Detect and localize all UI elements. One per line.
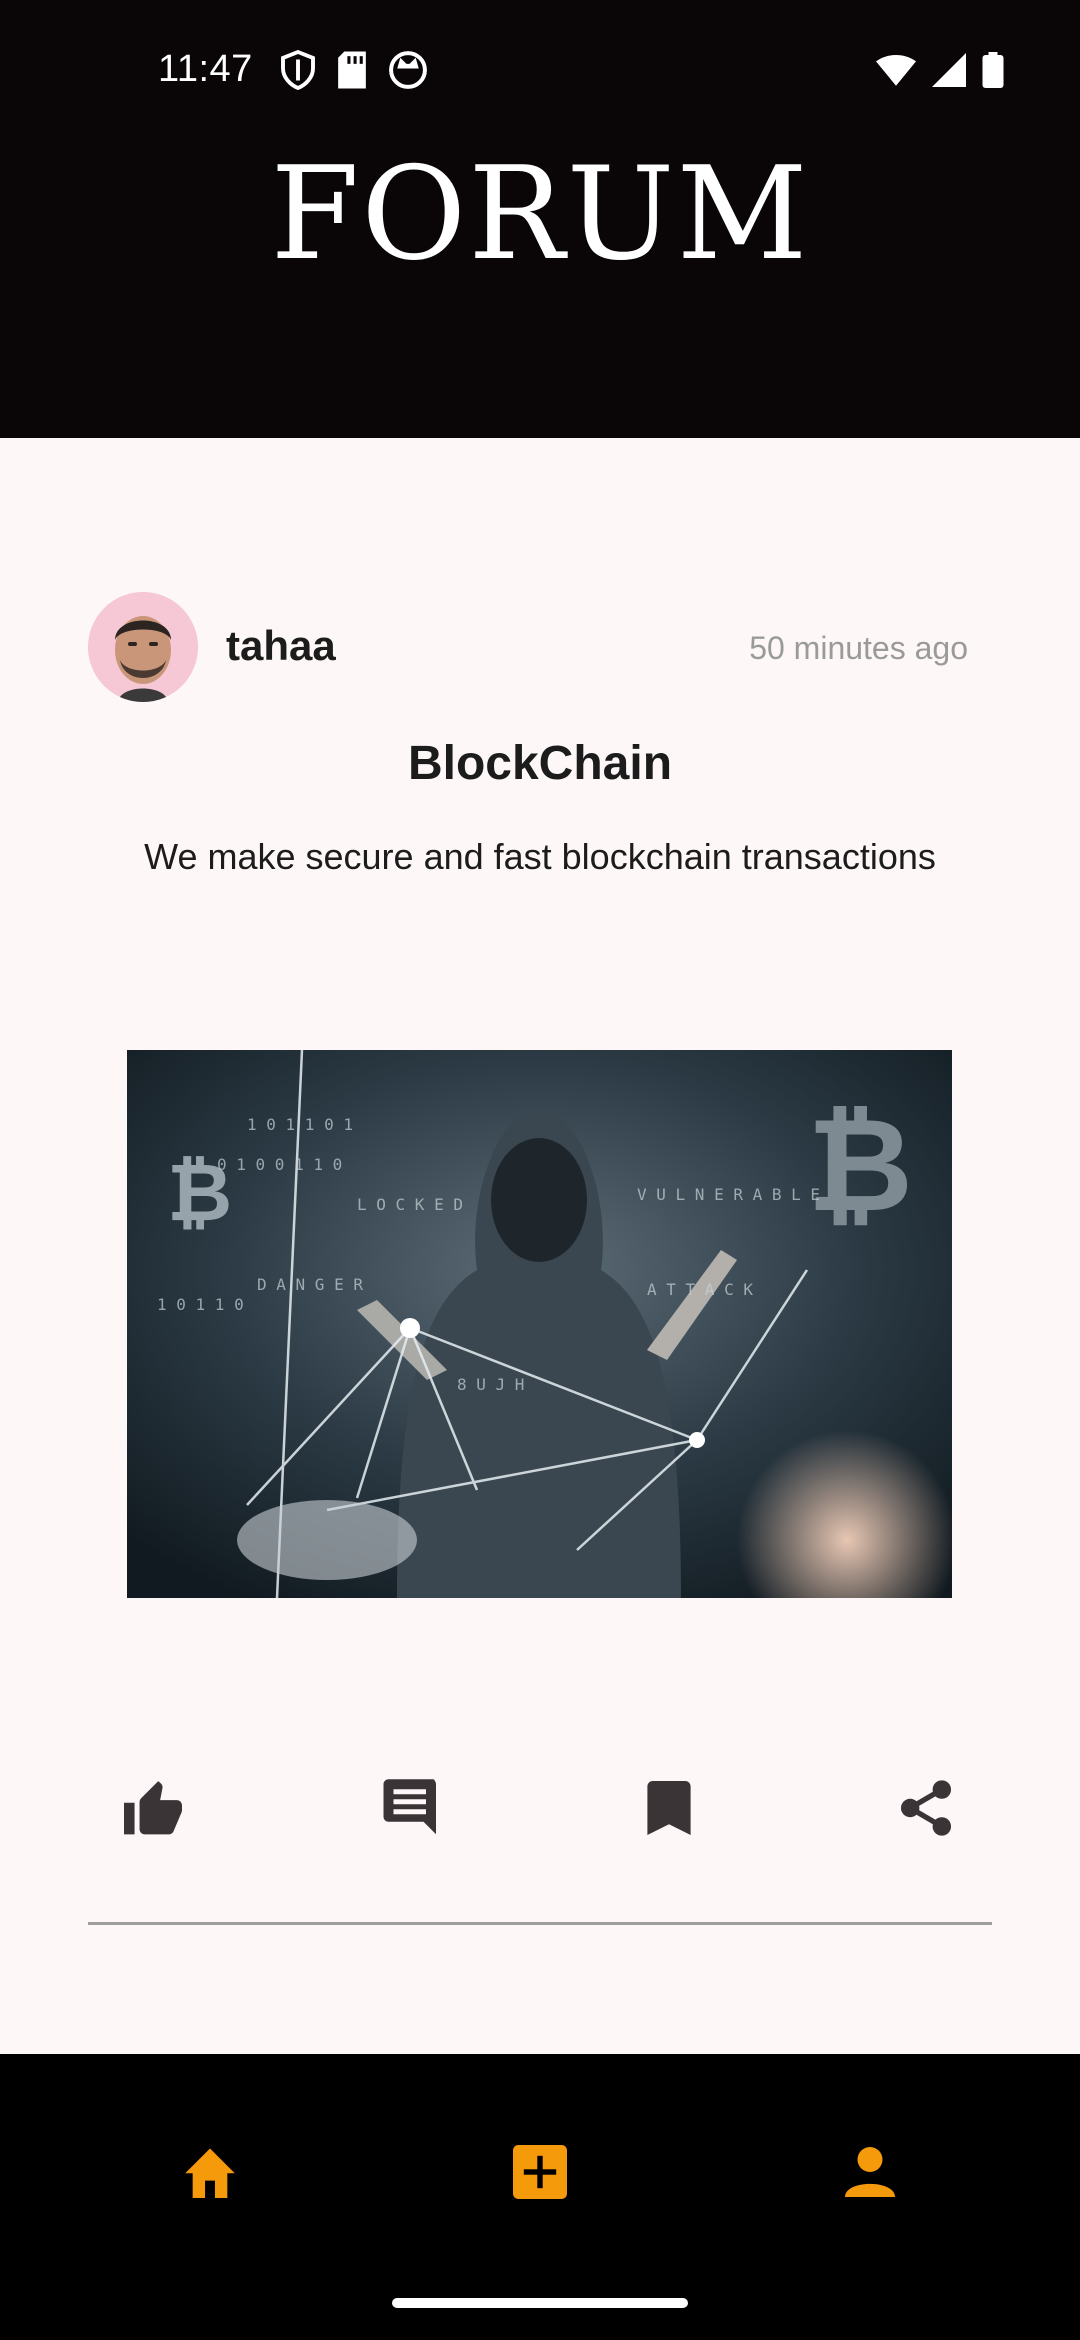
post-actions — [0, 1770, 1080, 1850]
like-button[interactable] — [113, 1770, 193, 1850]
sd-card-icon — [336, 50, 368, 95]
post-timestamp: 50 minutes ago — [749, 630, 968, 666]
comment-icon — [381, 1778, 441, 1842]
battery-icon — [982, 52, 1004, 93]
shield-icon — [280, 49, 316, 95]
svg-text:D A N G E R: D A N G E R — [257, 1275, 363, 1294]
share-icon — [899, 1779, 953, 1842]
status-bar: 11:47 — [0, 0, 1080, 140]
post-author[interactable]: tahaa — [226, 622, 336, 670]
comment-button[interactable] — [371, 1770, 451, 1850]
svg-text:1 0 1 1 0 1: 1 0 1 1 0 1 — [247, 1115, 353, 1134]
app-header: 11:47 FORUM — [0, 0, 1080, 438]
home-icon — [180, 2146, 240, 2203]
post-title: BlockChain — [407, 737, 673, 790]
like-icon — [121, 1779, 185, 1842]
svg-text:A T T A C K: A T T A C K — [647, 1280, 753, 1299]
svg-text:0 1 0 0 1 1 0: 0 1 0 0 1 1 0 — [217, 1155, 342, 1174]
nav-profile[interactable] — [830, 2134, 910, 2214]
divider — [88, 1922, 992, 1925]
profile-icon — [845, 2146, 895, 2202]
bookmark-button[interactable] — [629, 1770, 709, 1850]
share-button[interactable] — [886, 1770, 966, 1850]
page-title: FORUM — [270, 140, 810, 289]
status-icons-left — [280, 49, 428, 95]
post-body: We make secure and fast blockchain trans… — [144, 836, 936, 877]
gesture-bar[interactable] — [392, 2298, 688, 2308]
cellular-signal-icon — [932, 53, 966, 92]
avatar[interactable] — [88, 592, 198, 702]
blockchain-hacker-image: ₿ ₿ 1 0 1 1 0 1 0 1 0 0 1 1 0 D A N G E … — [127, 1050, 952, 1598]
svg-text:1 0 1 1 0: 1 0 1 1 0 — [157, 1295, 244, 1314]
status-time: 11:47 — [158, 48, 253, 90]
nav-add-post[interactable] — [500, 2134, 580, 2214]
add-post-icon — [513, 2144, 567, 2204]
bookmark-icon — [647, 1780, 691, 1840]
cat-face-icon — [388, 50, 428, 95]
wifi-icon — [876, 53, 916, 92]
status-icons-right — [876, 52, 1004, 93]
nav-home[interactable] — [170, 2134, 250, 2214]
svg-text:8 U J H: 8 U J H — [457, 1375, 524, 1394]
post-card[interactable]: tahaa 50 minutes ago BlockChain We make … — [0, 438, 1080, 2054]
svg-text:L O C K E D: L O C K E D — [357, 1195, 463, 1214]
svg-text:₿: ₿ — [807, 1089, 913, 1241]
svg-text:V U L N E R A B L E: V U L N E R A B L E — [637, 1185, 820, 1204]
